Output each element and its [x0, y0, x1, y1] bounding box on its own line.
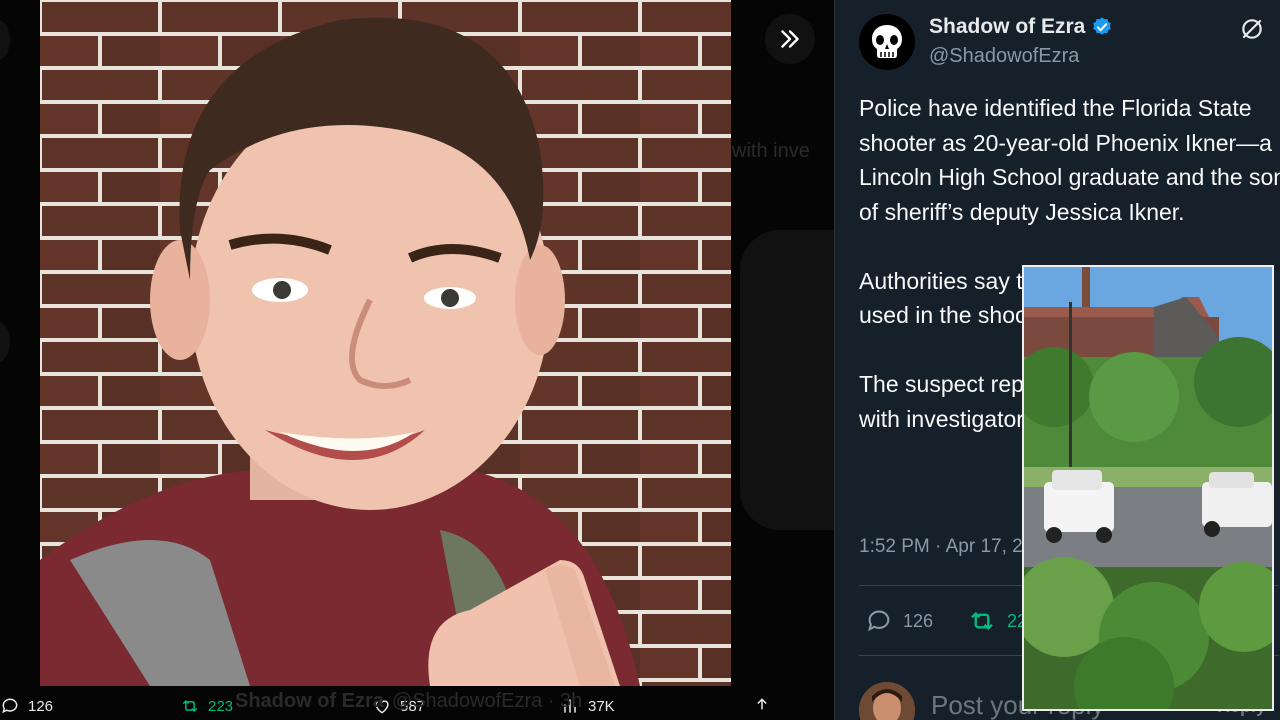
verified-badge-icon — [1093, 17, 1112, 35]
share-icon — [757, 698, 767, 710]
grok-icon — [1242, 19, 1262, 39]
skull-logo-icon — [872, 25, 902, 58]
reply-count: 126 — [903, 610, 934, 631]
reply-icon — [2, 698, 18, 714]
retweet-count: 223 — [208, 697, 234, 715]
author-name-row[interactable]: Shadow of Ezra — [929, 15, 1113, 39]
campus-scene — [1024, 267, 1272, 709]
tweet-actions: 126 223 — [865, 606, 1037, 636]
double-chevron-right-icon — [781, 30, 799, 48]
reply-action[interactable]: 126 — [0, 696, 53, 716]
portrait-illustration — [40, 0, 731, 686]
author-handle[interactable]: @ShadowofEzra — [929, 45, 1079, 68]
grok-button[interactable] — [1239, 16, 1265, 47]
reply-icon — [868, 610, 890, 632]
view-count: 37K — [588, 697, 615, 715]
media-photo[interactable] — [40, 0, 731, 686]
background-ghost-image — [740, 230, 834, 530]
inset-video-overlay[interactable] — [1022, 265, 1274, 711]
previous-image-button-edge[interactable] — [0, 322, 10, 362]
next-media-button[interactable] — [765, 14, 815, 64]
media-viewer: with inve 126 223 587 37K Shadow of Ezra… — [0, 0, 834, 720]
dim-author-name: Shadow of Ezra — [235, 690, 384, 712]
retweet-icon — [182, 699, 198, 713]
dim-author-handle: @ShadowofEzra · 3h — [391, 690, 583, 712]
share-action[interactable] — [752, 696, 772, 716]
author-avatar[interactable] — [859, 14, 915, 70]
retweet-icon — [971, 611, 993, 631]
retweet-action[interactable]: 223 — [180, 696, 233, 716]
current-user-avatar[interactable] — [859, 682, 915, 720]
reply-button[interactable]: 126 — [865, 606, 933, 636]
reply-count: 126 — [28, 697, 54, 715]
dim-author-line: Shadow of Ezra @ShadowofEzra · 3h — [235, 690, 582, 713]
user-photo — [859, 682, 915, 720]
background-ghost-text: with inve — [732, 140, 810, 162]
previous-button-edge[interactable] — [0, 20, 10, 60]
author-display-name[interactable]: Shadow of Ezra — [929, 15, 1085, 39]
